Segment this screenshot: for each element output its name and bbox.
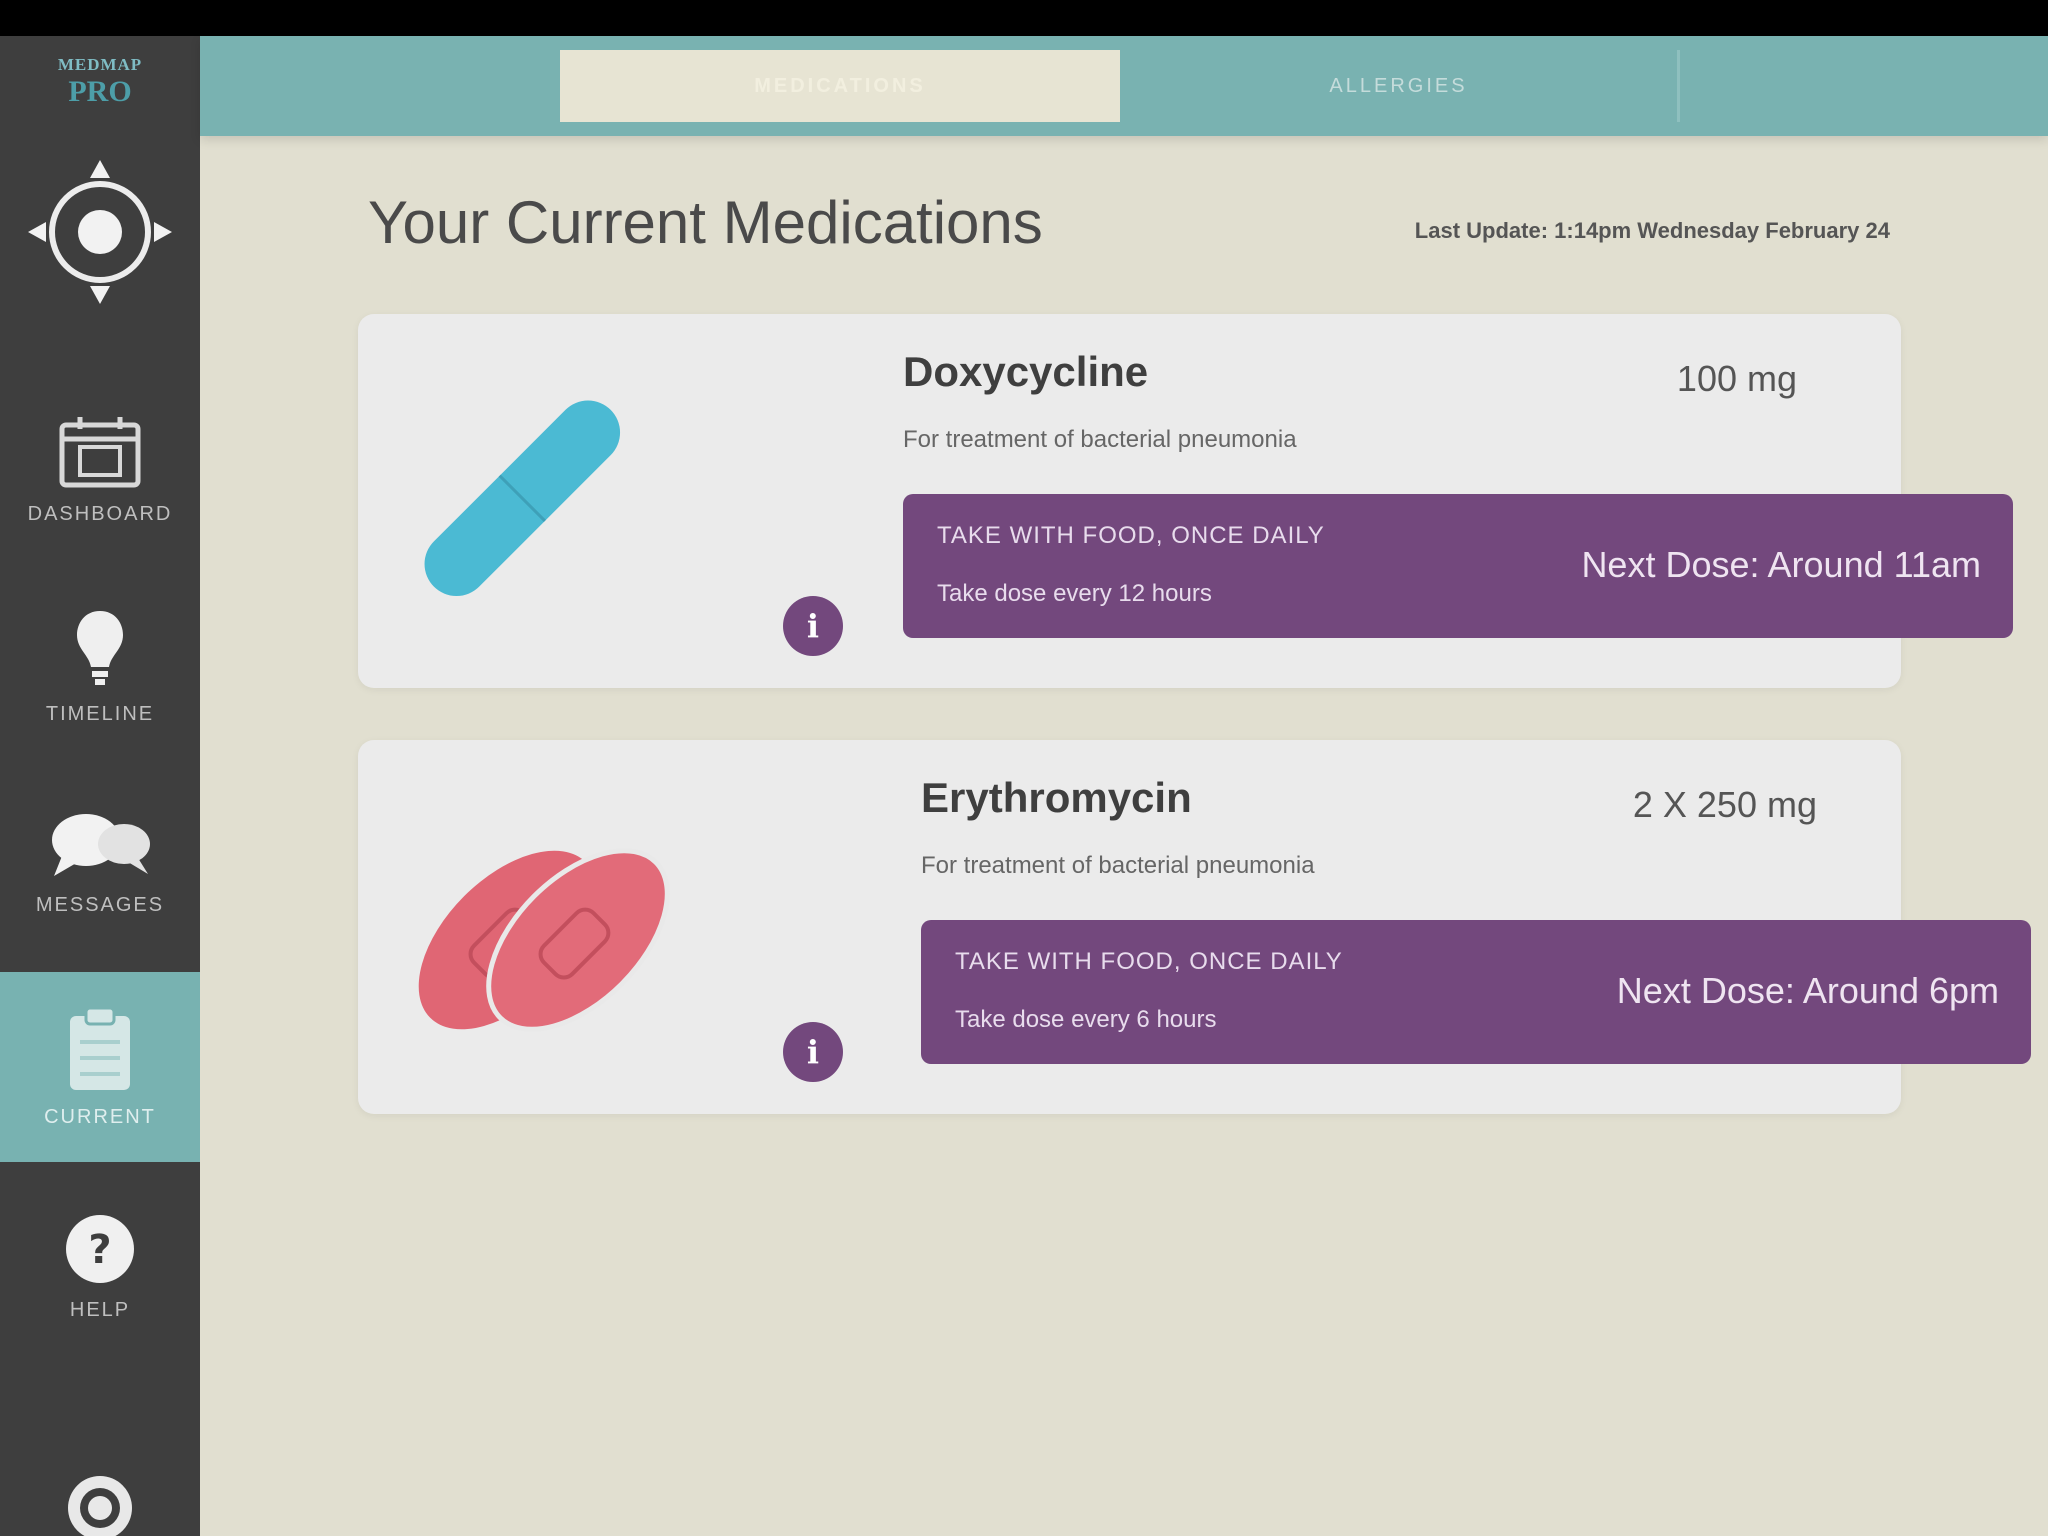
medication-card[interactable]: i Erythromycin 2 X 250 mg For treatment … <box>358 740 2031 1114</box>
page-title: Your Current Medications <box>368 189 1043 256</box>
medication-name: Erythromycin <box>921 774 1192 821</box>
medication-dose: 2 X 250 mg <box>1632 784 1817 825</box>
calendar-icon <box>59 416 141 487</box>
medication-dose: 100 mg <box>1676 358 1797 399</box>
instruction-line-2: Take dose every 12 hours <box>937 580 1212 607</box>
sidebar-item-help[interactable]: ? Help <box>0 1172 200 1362</box>
next-dose-text: Next Dose: Around 6pm <box>1616 970 1999 1011</box>
status-bar <box>0 0 2048 36</box>
app-logo[interactable]: MEDMAP PRO <box>38 55 162 130</box>
dosage-instructions-banner[interactable]: Take with food, once daily Take dose eve… <box>921 920 2031 1064</box>
compass-navigation-icon[interactable] <box>28 160 172 304</box>
dosage-instructions-banner[interactable]: Take with food, once daily Take dose eve… <box>903 494 2013 638</box>
medication-name: Doxycycline <box>903 348 1149 395</box>
instruction-line-2: Take dose every 6 hours <box>955 1006 1217 1033</box>
question-icon: ? <box>66 1214 134 1283</box>
tab-allergies[interactable]: Allergies <box>1120 50 1680 122</box>
capsule-pill-icon <box>424 400 621 597</box>
sidebar: MEDMAP PRO Dashboard Timeline <box>0 36 236 1536</box>
info-badge[interactable]: i <box>783 1022 843 1082</box>
lightbulb-icon <box>77 610 123 685</box>
last-updated-text: Last Update: 1:14pm Wednesday February 2… <box>1414 218 1890 243</box>
medication-description: For treatment of bacterial pneumonia <box>921 852 1315 879</box>
next-dose-text: Next Dose: Around 11am <box>1581 544 1981 585</box>
tablet-pills-icon <box>418 848 670 1032</box>
sidebar-item-messages[interactable]: Messages <box>0 768 200 958</box>
sidebar-item-timeline[interactable]: Timeline <box>0 572 200 762</box>
gear-icon[interactable] <box>62 1470 138 1536</box>
sidebar-item-dashboard[interactable]: Dashboard <box>0 376 200 566</box>
svg-text:?: ? <box>88 1227 111 1273</box>
clipboard-icon <box>70 1006 130 1090</box>
tab-medications[interactable]: Medications <box>560 50 1120 122</box>
info-badge[interactable]: i <box>783 596 843 656</box>
medication-card[interactable]: i Doxycycline 100 mg For treatment of ba… <box>358 314 2013 688</box>
medication-description: For treatment of bacterial pneumonia <box>903 426 1297 453</box>
instruction-line-1: Take with food, once daily <box>937 522 1325 549</box>
tab-bar: Medications Allergies <box>200 36 2048 136</box>
sidebar-item-current[interactable]: Current <box>0 972 236 1162</box>
chat-icon <box>52 813 150 876</box>
instruction-line-1: Take with food, once daily <box>955 948 1343 975</box>
main-content: Medications Allergies Your Current Medic… <box>200 36 2048 1536</box>
